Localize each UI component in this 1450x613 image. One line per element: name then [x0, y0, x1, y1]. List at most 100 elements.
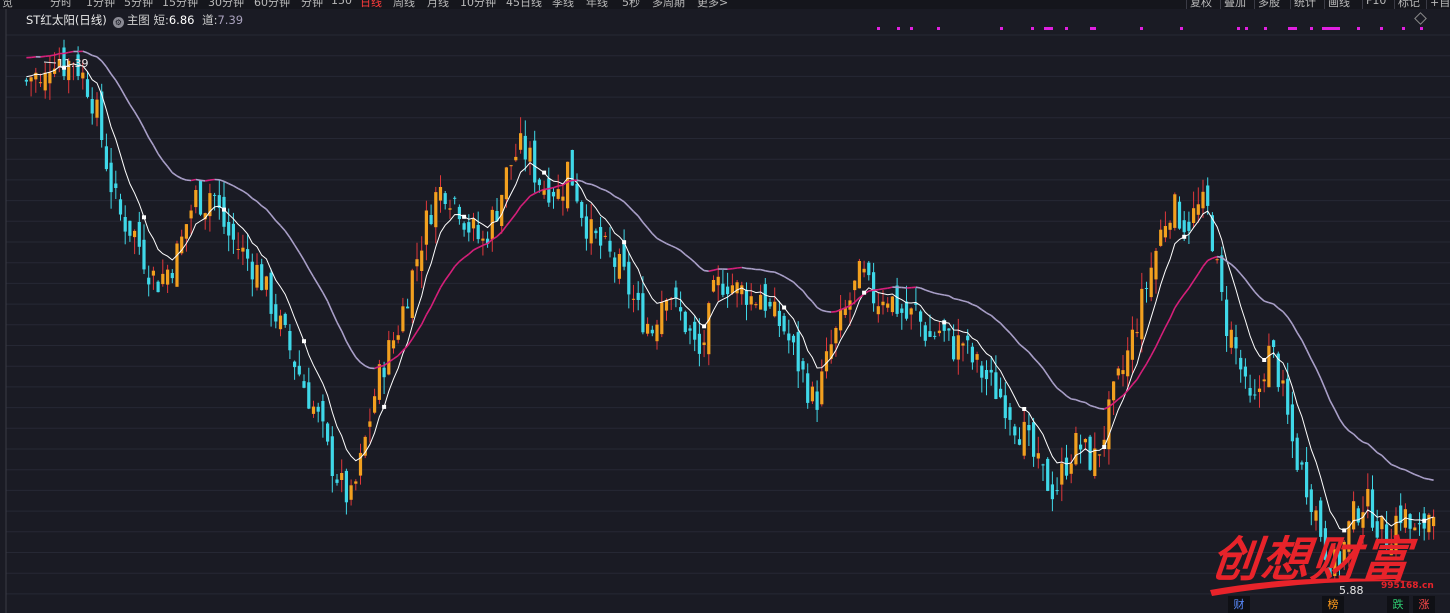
long-ma-segment [1202, 260, 1209, 267]
long-ma-segment [981, 309, 987, 314]
candle-body [1168, 222, 1172, 230]
candle-body [599, 227, 603, 246]
long-ma-segment [510, 213, 517, 221]
long-ma-segment [632, 210, 639, 217]
candle-body [429, 215, 433, 224]
bottom-tag-0[interactable]: 财 [1228, 596, 1250, 613]
candle-body [335, 479, 339, 483]
long-ma-segment [990, 314, 997, 321]
candle-body [1215, 259, 1219, 261]
long-ma-segment [1216, 255, 1222, 259]
long-ma-segment [929, 290, 935, 294]
signal-marker [1182, 234, 1187, 239]
candle-body [1177, 201, 1182, 229]
long-ma-segment [223, 180, 230, 185]
candle-body [161, 273, 165, 285]
candle-body [1126, 350, 1130, 377]
long-ma-segment [675, 247, 681, 252]
candle-body [1239, 357, 1243, 370]
candle-body [1083, 439, 1087, 443]
long-ma-segment [826, 310, 832, 313]
candle-body [467, 222, 471, 233]
long-ma-segment [1244, 279, 1251, 287]
long-ma-segment [232, 185, 239, 190]
signal-marker [142, 215, 146, 220]
long-ma-segment [1000, 322, 1006, 329]
candle-body [85, 79, 90, 97]
candle-body [1046, 458, 1050, 491]
candle-body [340, 473, 344, 480]
long-ma-segment [1212, 255, 1218, 259]
bottom-tag-3[interactable]: 涨 [1413, 596, 1435, 613]
candle-body [1060, 463, 1064, 485]
long-ma-segment [1338, 418, 1345, 427]
candle-body [1295, 437, 1299, 470]
candle-body [561, 196, 565, 201]
long-ma-segment [430, 296, 437, 308]
long-ma-segment [1324, 389, 1331, 402]
candle-body [509, 165, 513, 167]
long-ma-segment [1047, 374, 1054, 383]
long-ma-segment [1353, 433, 1359, 440]
long-ma-segment [1348, 430, 1355, 435]
candle-body [490, 209, 494, 240]
signal-dot [1337, 27, 1340, 30]
long-ma-segment [1188, 280, 1195, 289]
candle-body [1013, 426, 1017, 436]
candle-body [664, 299, 669, 311]
candle-body [839, 309, 843, 331]
long-ma-segment [1033, 357, 1039, 364]
long-ma-segment [308, 268, 315, 278]
candle-body [556, 189, 560, 199]
candle-body [453, 197, 457, 199]
candle-body [128, 220, 132, 236]
candle-body [749, 296, 753, 305]
candle-body [142, 239, 146, 270]
candle-body [118, 199, 123, 215]
candle-body [707, 303, 711, 355]
bottom-tag-1[interactable]: 榜 [1322, 596, 1344, 613]
long-ma-segment [1235, 268, 1242, 275]
long-ma-segment [54, 52, 60, 56]
long-ma-segment [228, 182, 234, 187]
candle-body [1135, 332, 1139, 334]
long-ma-segment [529, 192, 536, 197]
candle-body [1417, 523, 1422, 525]
candle-body [387, 340, 391, 375]
candle-body [744, 289, 749, 305]
long-ma-segment [779, 273, 785, 278]
candle-body [274, 304, 278, 322]
signal-dot [1310, 27, 1313, 30]
long-ma-segment [713, 268, 719, 271]
candle-body [1041, 464, 1045, 466]
candle-body [519, 133, 523, 150]
candle-body [881, 301, 885, 306]
long-ma-segment [792, 281, 799, 288]
long-ma-segment [1145, 355, 1152, 365]
candle-body [415, 259, 419, 267]
long-ma-segment [477, 244, 484, 249]
long-ma-segment [1169, 307, 1176, 319]
long-ma-segment [1131, 378, 1138, 386]
candle-body [448, 208, 452, 210]
long-ma-segment [1249, 285, 1256, 293]
candle-body [622, 242, 626, 267]
long-ma-segment [1061, 391, 1068, 397]
short-ma-line [26, 63, 1434, 531]
candle-body [354, 481, 358, 484]
long-ma-segment [270, 214, 277, 222]
candle-body [650, 329, 654, 334]
candle-body [302, 381, 306, 388]
candle-body [151, 270, 155, 276]
long-ma-segment [1009, 332, 1016, 340]
candle-body [377, 364, 381, 400]
long-ma-segment [586, 182, 592, 186]
candle-body [43, 72, 47, 91]
candle-body [1163, 226, 1167, 238]
long-ma-segment [797, 286, 804, 292]
long-ma-segment [1136, 370, 1143, 380]
long-ma-segment [237, 187, 244, 192]
signal-dot [1031, 27, 1034, 30]
long-ma-segment [110, 73, 117, 81]
bottom-tag-2[interactable]: 跌 [1387, 596, 1409, 613]
